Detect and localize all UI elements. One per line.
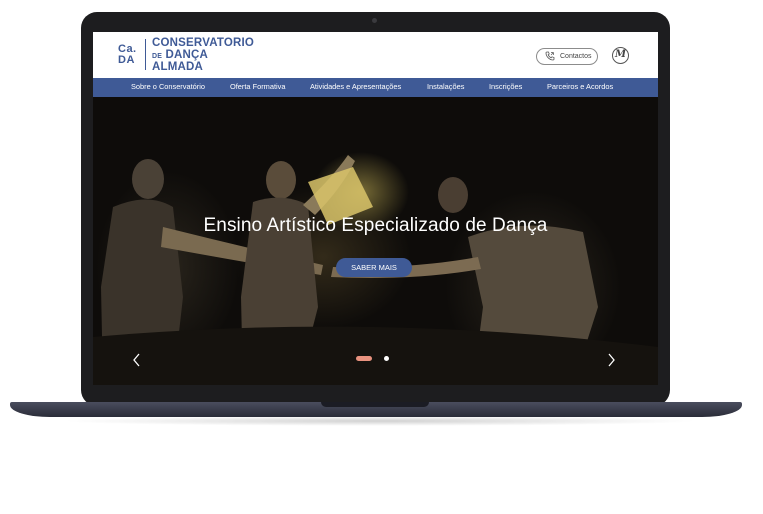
hero-slider: Ensino Artístico Especializado de Dança … [93,97,658,385]
hero-photo-dancers [93,155,658,385]
nav-item-atividades[interactable]: Atividades e Apresentações [310,82,401,91]
saber-mais-button[interactable]: SABER MAIS [336,258,412,277]
nav-item-inscricoes[interactable]: Inscrições [489,82,522,91]
nav-item-oferta[interactable]: Oferta Formativa [230,82,285,91]
logo-divider [145,39,146,70]
laptop-shadow [60,416,700,426]
main-nav: Sobre o Conservatório Oferta Formativa A… [93,78,658,97]
logo-mark-line2: DA [118,54,135,66]
nav-item-instalacoes[interactable]: Instalações [427,82,464,91]
contacts-button[interactable]: Contactos [536,48,598,65]
partner-logo[interactable]: M [612,47,629,64]
laptop-notch [321,402,429,407]
hero-title: Ensino Artístico Especializado de Dança [203,215,548,236]
logo-wordmark: CONSERVATORIO DE DANÇA ALMADA [152,37,254,74]
contacts-label: Contactos [560,52,592,60]
logo-prefix: DE [152,52,163,60]
site-logo[interactable]: Ca. DA CONSERVATORIO DE DANÇA ALMADA [118,37,258,73]
logo-line2-text: DANÇA [165,48,209,61]
chevron-left-icon[interactable] [132,353,142,367]
slide-indicator-active[interactable] [356,356,372,361]
laptop-screen: Ca. DA CONSERVATORIO DE DANÇA ALMADA Con… [93,32,658,385]
nav-item-parceiros[interactable]: Parceiros e Acordos [547,82,613,91]
webcam [372,18,377,23]
logo-line3: ALMADA [152,61,204,73]
site-header: Ca. DA CONSERVATORIO DE DANÇA ALMADA Con… [93,32,658,78]
chevron-right-icon[interactable] [606,353,616,367]
phone-icon [545,51,555,61]
slide-indicator[interactable] [384,356,389,361]
logo-mark: Ca. DA [118,44,142,66]
nav-item-sobre[interactable]: Sobre o Conservatório [131,82,205,91]
